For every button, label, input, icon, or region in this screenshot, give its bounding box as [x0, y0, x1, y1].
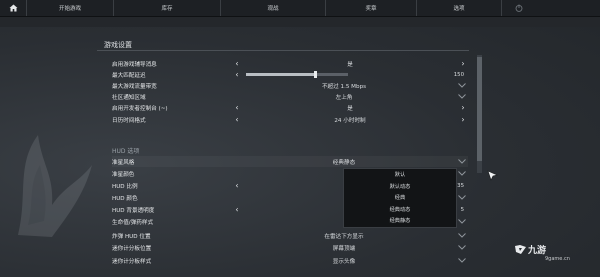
- chevron-down-icon[interactable]: [458, 218, 466, 225]
- setting-label: HUD 颜色: [112, 195, 138, 202]
- arrow-left-icon[interactable]: ‹: [232, 69, 242, 80]
- setting-label: 最大匹配延迟: [112, 72, 146, 79]
- sub-nav-bar: [0, 17, 600, 27]
- crosshair-style-dropdown-list[interactable]: 默认 默认动态 经典 经典动态 经典静态: [343, 168, 457, 228]
- setting-row-dev-console[interactable]: 启用开发者控制台 (~) ‹ 是 ›: [112, 102, 468, 113]
- nav-options[interactable]: 选项: [417, 0, 502, 16]
- dropdown-option[interactable]: 默认: [344, 169, 456, 181]
- power-button[interactable]: [502, 0, 536, 16]
- chevron-down-icon[interactable]: [458, 158, 466, 165]
- setting-label: 社区通知区域: [112, 94, 146, 101]
- setting-label: 准星风格: [112, 159, 135, 166]
- setting-row-community-notify[interactable]: 社区通知区域 左上角: [112, 91, 468, 102]
- arrow-left-icon[interactable]: ‹: [232, 58, 242, 69]
- setting-value: 5: [460, 206, 464, 213]
- setting-label: 炸弹 HUD 位置: [112, 233, 151, 240]
- dropdown-option[interactable]: 默认动态: [344, 181, 456, 193]
- setting-label: 迷你计分板样式: [112, 258, 152, 265]
- setting-row-bomb-hud-position[interactable]: 炸弹 HUD 位置 在雷达下方显示: [112, 230, 468, 241]
- setting-label: 启用游戏辅导消息: [112, 61, 157, 68]
- chevron-down-icon[interactable]: [458, 93, 466, 100]
- watermark-logo-icon: [515, 245, 526, 254]
- setting-row-game-instructor[interactable]: 启用游戏辅导消息 ‹ 是 ›: [112, 58, 468, 69]
- setting-label: 迷你计分板位置: [112, 245, 152, 252]
- nav-play[interactable]: 开始游戏: [27, 0, 114, 16]
- setting-value: 24 小时时制: [334, 117, 366, 124]
- arrow-right-icon[interactable]: ›: [458, 114, 468, 125]
- setting-value: 是: [347, 61, 353, 68]
- setting-row-time-format[interactable]: 日历时间格式 ‹ 24 小时时制 ›: [112, 114, 468, 125]
- dropdown-option[interactable]: 经典静态: [344, 215, 456, 227]
- chevron-down-icon[interactable]: [458, 194, 466, 201]
- setting-value: 35: [457, 182, 464, 189]
- section-title: 游戏设置: [104, 41, 132, 49]
- arrow-right-icon[interactable]: ›: [458, 102, 468, 113]
- setting-value: 屏幕顶端: [332, 245, 356, 252]
- nav-watch[interactable]: 观战: [221, 0, 326, 16]
- setting-value: 经典静态: [332, 159, 356, 166]
- watermark-brand: 九游: [528, 246, 547, 256]
- setting-label: HUD 比例: [112, 183, 138, 190]
- setting-value: 是: [347, 105, 353, 112]
- top-nav-bar: 开始游戏 库存 观战 奖章 选项: [0, 0, 600, 17]
- phoenix-emblem-icon: [18, 135, 92, 237]
- arrow-left-icon[interactable]: ‹: [232, 102, 242, 113]
- chevron-down-icon[interactable]: [458, 82, 466, 89]
- setting-row-bandwidth[interactable]: 最大游戏流量带宽 不超过 1.5 Mbps: [112, 80, 468, 91]
- nav-awards[interactable]: 奖章: [326, 0, 417, 16]
- dropdown-option[interactable]: 经典: [344, 192, 456, 204]
- ping-slider[interactable]: [246, 71, 348, 78]
- setting-label: 最大游戏流量带宽: [112, 83, 157, 90]
- section-divider: [97, 50, 469, 51]
- slider-value: 150: [453, 71, 464, 78]
- arrow-right-icon[interactable]: ›: [458, 58, 468, 69]
- setting-label: 启用开发者控制台 (~): [112, 105, 168, 112]
- arrow-left-icon[interactable]: ‹: [232, 204, 242, 215]
- arrow-left-icon[interactable]: ‹: [232, 180, 242, 191]
- setting-row-crosshair-style[interactable]: 准星风格 经典静态: [112, 156, 468, 167]
- arrow-left-icon[interactable]: ‹: [232, 114, 242, 125]
- chevron-down-icon[interactable]: [458, 170, 466, 177]
- setting-value: 左上角: [335, 94, 353, 101]
- nav-inventory[interactable]: 库存: [114, 0, 221, 16]
- setting-label: HUD 背景透明度: [112, 207, 155, 214]
- dropdown-option[interactable]: 经典动态: [344, 204, 456, 216]
- setting-value: 在雷达下方显示: [324, 233, 364, 240]
- home-button[interactable]: [0, 0, 27, 16]
- setting-row-mini-scoreboard-position[interactable]: 迷你计分板位置 屏幕顶端: [112, 242, 468, 253]
- home-icon: [9, 4, 17, 12]
- chevron-down-icon[interactable]: [458, 244, 466, 251]
- scrollbar[interactable]: [477, 55, 482, 173]
- setting-label: 生命值/弹药样式: [112, 219, 154, 226]
- setting-value: 不超过 1.5 Mbps: [321, 83, 367, 90]
- chevron-down-icon[interactable]: [458, 232, 466, 239]
- mouse-cursor-icon: [487, 170, 498, 181]
- power-icon: [515, 4, 523, 12]
- setting-row-max-ping[interactable]: 最大匹配延迟 ‹ 150: [112, 69, 468, 80]
- slider-fill: [246, 73, 316, 76]
- setting-label: 准星颜色: [112, 171, 135, 178]
- chevron-down-icon[interactable]: [458, 257, 466, 264]
- setting-label: 日历时间格式: [112, 117, 146, 124]
- watermark-sub: 9game.cn: [545, 256, 570, 262]
- hud-section-title: HUD 选项: [112, 148, 140, 155]
- setting-row-mini-scoreboard-style[interactable]: 迷你计分板样式 显示头像: [112, 255, 468, 266]
- scrollbar-thumb[interactable]: [477, 57, 482, 161]
- slider-handle[interactable]: [314, 71, 318, 78]
- setting-value: 显示头像: [332, 258, 356, 265]
